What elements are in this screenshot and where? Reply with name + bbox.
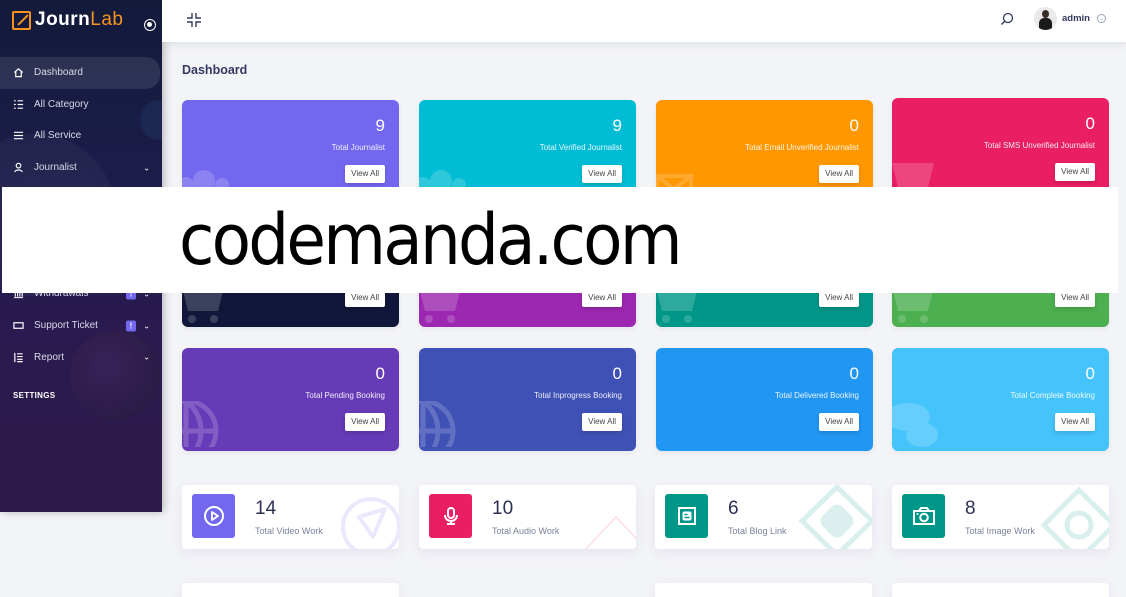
work-card-total-image-work: 8 Total Image Work [892,485,1109,549]
stat-value: 0 [612,364,622,383]
stat-label: Total Verified Journalist [539,143,622,152]
bottom-card [182,583,399,597]
sidebar-item-label: Report [34,351,65,363]
page-title: Dashboard [182,63,248,77]
blogger-icon [665,494,708,538]
stat-label: Total Pending Booking [305,391,385,400]
chevron-down-circle-icon[interactable]: ⌄ [1097,14,1106,23]
work-card-total-video-work: 14 Total Video Work [182,485,399,549]
stat-card-total-inprogress-booking: 0 Total Inprogress Booking View All [419,348,636,451]
search-icon[interactable] [1000,11,1014,25]
decorative-background-icon [576,485,636,549]
brand-name-part1: Journ [35,9,91,30]
user-icon [13,162,24,173]
work-label: Total Blog Link [728,526,787,536]
stat-label: Total Email Unverified Journalist [745,143,859,152]
work-value: 14 [255,498,277,519]
sidebar-toggle-icon[interactable] [144,19,156,31]
sidebar-item-label: Dashboard [34,67,83,79]
sidebar-item-label: Journalist [34,162,77,174]
sidebar-item-support-ticket[interactable]: Support Ticket ! ⌄ [0,310,162,342]
watermark-banner: codemanda.com [2,187,1118,293]
stat-value: 0 [1085,114,1095,133]
sidebar-item-label: All Category [34,98,89,110]
bottom-card [655,583,872,597]
sidebar-item-journalist[interactable]: Journalist ⌄ [0,152,162,184]
view-all-button[interactable]: View All [1055,413,1095,431]
ticket-icon [13,320,24,331]
work-label: Total Image Work [965,526,1035,536]
stat-value: 0 [849,116,859,135]
decorative-background-icon [797,485,872,549]
view-all-button[interactable]: View All [345,413,385,431]
view-all-button[interactable]: View All [345,165,385,183]
stat-value: 9 [375,116,385,135]
sidebar-item-label: Support Ticket [34,320,98,332]
decorative-background-icon [329,485,399,549]
bottom-card [892,583,1109,597]
sidebar-item-all-service[interactable]: All Service [0,120,162,152]
view-all-button[interactable]: View All [582,413,622,431]
stat-card-total-complete-booking: 0 Total Complete Booking View All [892,348,1109,451]
sidebar-item-dashboard[interactable]: Dashboard [0,57,160,89]
chevron-down-icon[interactable]: ⌄ [143,353,150,362]
chevron-down-icon[interactable]: ⌄ [143,321,150,330]
decorative-background-icon [1034,485,1109,549]
watermark-text: codemanda.com [179,199,683,281]
globe-icon [182,398,222,451]
stat-value: 9 [612,116,622,135]
stat-card-total-delivered-booking: 0 Total Delivered Booking View All [656,348,873,451]
alert-badge: ! [126,320,136,332]
stat-card-total-pending-booking: 0 Total Pending Booking View All [182,348,399,451]
microphone-icon [429,494,472,538]
stat-label: Total Delivered Booking [774,391,859,400]
work-card-total-blog-link: 6 Total Blog Link [655,485,872,549]
chevron-down-icon[interactable]: ⌄ [143,163,150,172]
sidebar-item-all-category[interactable]: All Category [0,89,162,121]
chat-icon [892,403,940,451]
work-label: Total Audio Work [492,526,560,536]
view-all-button[interactable]: View All [819,413,859,431]
brand-logo[interactable]: JournLab [12,9,123,31]
topbar: admin ⌄ [162,0,1126,42]
camera-icon [902,494,945,538]
globe-icon [419,398,459,451]
stat-value: 0 [849,364,859,383]
stat-value: 0 [1085,364,1095,383]
report-icon [13,352,24,363]
view-all-button[interactable]: View All [582,165,622,183]
avatar[interactable] [1034,7,1057,30]
stat-label: Total Journalist [331,143,385,152]
logo-icon [12,10,31,30]
stat-label: Total Complete Booking [1010,391,1096,400]
list-icon [13,99,24,110]
work-value: 6 [728,498,739,519]
brand-name-part2: Lab [90,9,124,30]
work-value: 8 [965,498,976,519]
brand-name: JournLab [35,9,123,31]
stat-label: Total SMS Unverified Journalist [983,141,1095,150]
menu-icon [13,130,24,141]
stat-value: 0 [375,364,385,383]
view-all-button[interactable]: View All [819,165,859,183]
stat-label: Total Inprogress Booking [533,391,622,400]
work-card-total-audio-work: 10 Total Audio Work [419,485,636,549]
compress-icon[interactable] [186,12,202,28]
work-value: 10 [492,498,514,519]
view-all-button[interactable]: View All [1055,163,1095,181]
work-label: Total Video Work [255,526,323,536]
sidebar-section-settings: SETTINGS [13,390,56,400]
home-icon [13,67,24,78]
play-icon [192,494,235,538]
username[interactable]: admin [1062,13,1090,24]
sidebar-item-report[interactable]: Report ⌄ [0,341,162,373]
sidebar-item-label: All Service [34,130,82,142]
